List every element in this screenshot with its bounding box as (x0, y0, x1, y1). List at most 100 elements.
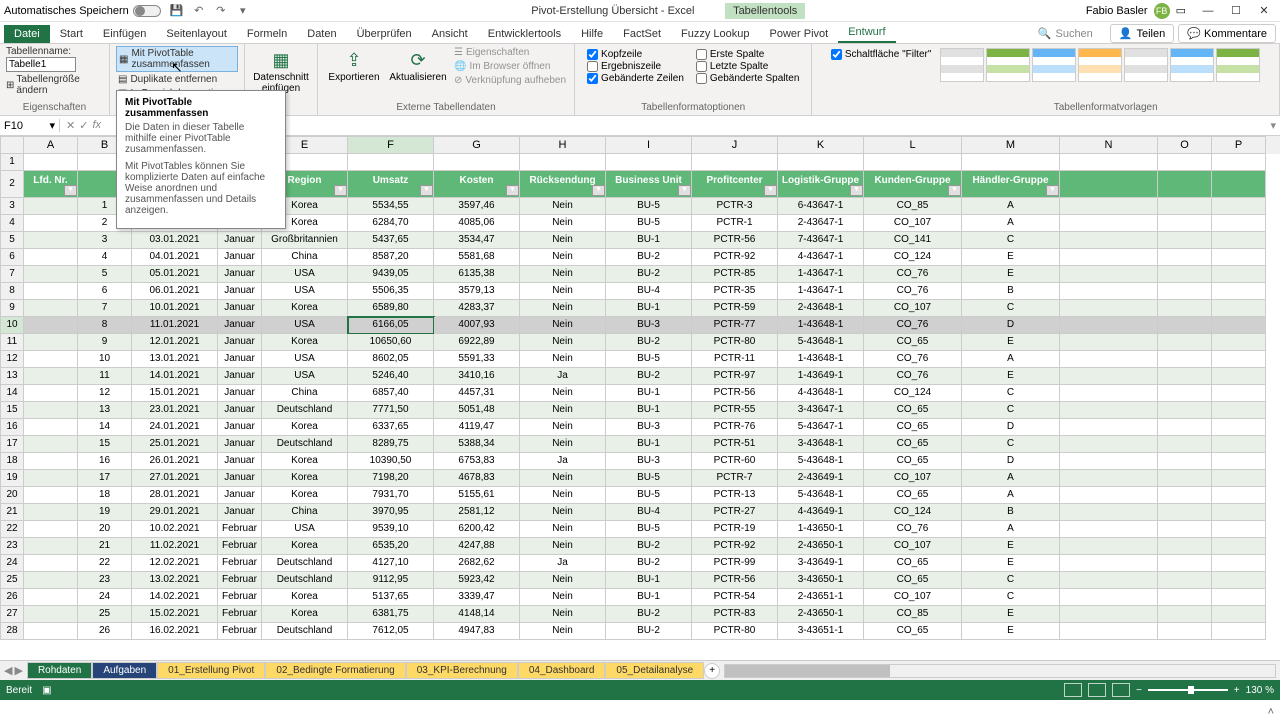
tab-datei[interactable]: Datei (4, 25, 50, 43)
cell[interactable]: 5-43648-1 (778, 453, 864, 470)
cell[interactable]: BU-5 (606, 487, 692, 504)
cell[interactable]: 2581,12 (434, 504, 520, 521)
row-header[interactable]: 14 (0, 385, 24, 402)
cell[interactable] (1158, 402, 1212, 419)
cell[interactable]: China (262, 504, 348, 521)
cell[interactable]: Nein (520, 249, 606, 266)
cell[interactable]: USA (262, 351, 348, 368)
cell[interactable]: PCTR-27 (692, 504, 778, 521)
cell[interactable]: Ja (520, 555, 606, 572)
cell[interactable]: BU-5 (606, 215, 692, 232)
cell[interactable]: 24.01.2021 (132, 419, 218, 436)
tab-einfugen[interactable]: Einfügen (93, 25, 156, 43)
column-header[interactable]: J (692, 136, 778, 154)
cell[interactable]: BU-1 (606, 589, 692, 606)
cell[interactable]: 10390,50 (348, 453, 434, 470)
cell[interactable]: 11.02.2021 (132, 538, 218, 555)
cell[interactable]: Ja (520, 368, 606, 385)
cell[interactable]: 12.02.2021 (132, 555, 218, 572)
cell[interactable] (1212, 368, 1266, 385)
cell[interactable]: Nein (520, 317, 606, 334)
row-header[interactable]: 16 (0, 419, 24, 436)
cell[interactable]: Nein (520, 470, 606, 487)
cell[interactable]: CO_65 (864, 572, 962, 589)
tab-entwurf[interactable]: Entwurf (838, 23, 895, 43)
cell[interactable] (1212, 351, 1266, 368)
cell[interactable]: BU-1 (606, 436, 692, 453)
cell[interactable] (1060, 198, 1158, 215)
tab-fuzzy[interactable]: Fuzzy Lookup (671, 25, 759, 43)
cell[interactable] (1158, 300, 1212, 317)
zoom-slider[interactable] (1148, 689, 1228, 691)
cell[interactable] (24, 266, 78, 283)
cell[interactable]: 8 (78, 317, 132, 334)
cell[interactable] (1212, 470, 1266, 487)
cell[interactable]: Korea (262, 334, 348, 351)
cell[interactable]: 4148,14 (434, 606, 520, 623)
cell[interactable]: USA (262, 521, 348, 538)
cell[interactable] (24, 538, 78, 555)
cell[interactable]: CO_107 (864, 300, 962, 317)
row-header[interactable]: 1 (0, 154, 24, 171)
table-header-cell[interactable] (1060, 171, 1158, 198)
cell[interactable]: A (962, 521, 1060, 538)
cell[interactable] (692, 154, 778, 171)
cell[interactable]: 2-43651-1 (778, 589, 864, 606)
cell[interactable]: E (962, 623, 1060, 640)
cell[interactable] (1158, 453, 1212, 470)
cell[interactable] (1158, 351, 1212, 368)
cell[interactable]: 7198,20 (348, 470, 434, 487)
cell[interactable]: 7-43647-1 (778, 232, 864, 249)
cell[interactable] (1060, 300, 1158, 317)
cell[interactable]: PCTR-80 (692, 623, 778, 640)
cell[interactable]: PCTR-60 (692, 453, 778, 470)
cell[interactable]: 2-43649-1 (778, 470, 864, 487)
cell[interactable]: Nein (520, 487, 606, 504)
cell[interactable] (1212, 317, 1266, 334)
cell[interactable]: 13 (78, 402, 132, 419)
cell[interactable]: Deutschland (262, 436, 348, 453)
cell[interactable]: PCTR-56 (692, 232, 778, 249)
filter-dropdown-icon[interactable]: ▾ (1046, 185, 1059, 196)
cell[interactable]: 9 (78, 334, 132, 351)
cell[interactable] (24, 215, 78, 232)
cell[interactable]: 7771,50 (348, 402, 434, 419)
cell[interactable] (1212, 606, 1266, 623)
cell[interactable]: 6922,89 (434, 334, 520, 351)
cell[interactable]: USA (262, 266, 348, 283)
cell[interactable]: 5388,34 (434, 436, 520, 453)
cell[interactable]: BU-3 (606, 317, 692, 334)
tab-start[interactable]: Start (50, 25, 93, 43)
cell[interactable] (1212, 555, 1266, 572)
cell[interactable]: 4127,10 (348, 555, 434, 572)
cell[interactable]: BU-2 (606, 606, 692, 623)
cell[interactable]: B (962, 504, 1060, 521)
cell[interactable] (1158, 154, 1212, 171)
cell[interactable] (1158, 623, 1212, 640)
cell[interactable]: 21 (78, 538, 132, 555)
cell[interactable] (1060, 623, 1158, 640)
cell[interactable]: 5-43648-1 (778, 487, 864, 504)
cell[interactable]: PCTR-35 (692, 283, 778, 300)
cell[interactable]: 3410,16 (434, 368, 520, 385)
cell[interactable] (1060, 555, 1158, 572)
cell[interactable]: 6337,65 (348, 419, 434, 436)
row-header[interactable]: 9 (0, 300, 24, 317)
cell[interactable]: A (962, 215, 1060, 232)
cell[interactable]: A (962, 198, 1060, 215)
cell[interactable] (1158, 198, 1212, 215)
tab-formeln[interactable]: Formeln (237, 25, 297, 43)
row-header[interactable]: 27 (0, 606, 24, 623)
style-swatch[interactable] (1124, 48, 1168, 82)
cell[interactable]: Nein (520, 402, 606, 419)
cell[interactable]: PCTR-56 (692, 572, 778, 589)
zoom-in-icon[interactable]: + (1234, 685, 1240, 696)
cell[interactable] (24, 589, 78, 606)
cell[interactable]: 3970,95 (348, 504, 434, 521)
table-header-cell[interactable]: Profitcenter▾ (692, 171, 778, 198)
tab-factset[interactable]: FactSet (613, 25, 671, 43)
style-swatch[interactable] (1170, 48, 1214, 82)
cell[interactable] (24, 521, 78, 538)
cell[interactable] (24, 334, 78, 351)
cell[interactable] (1158, 436, 1212, 453)
